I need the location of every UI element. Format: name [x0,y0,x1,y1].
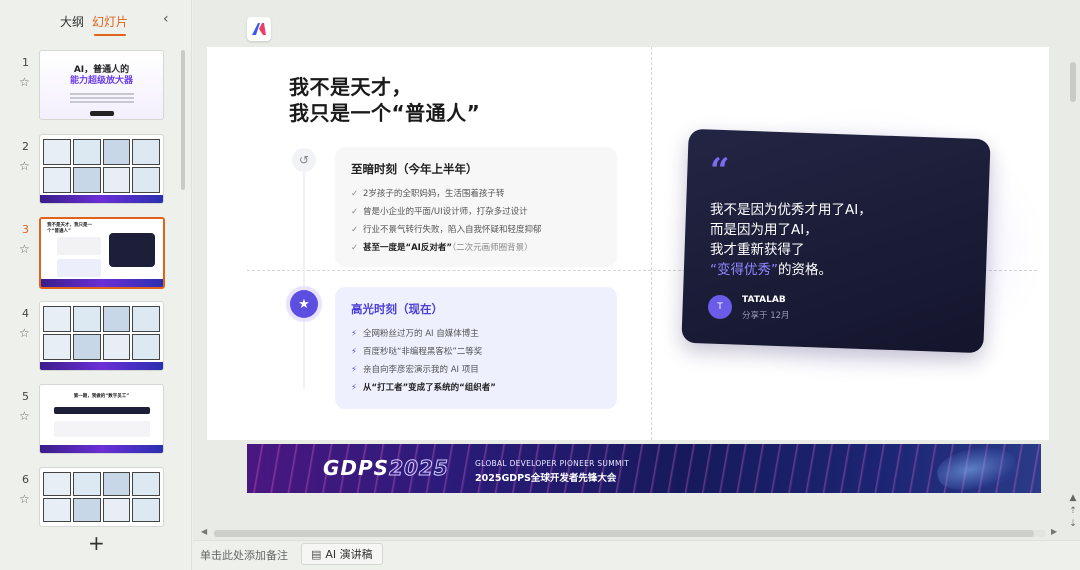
check-icon: ✓ [351,225,359,235]
banner-subtitle-cn: 2025GDPS全球开发者先锋大会 [475,473,617,484]
thumbnail-number: 2 [22,140,29,153]
list-item: ✓ 曾是小企业的平面/UI设计师，打杂多过设计 [351,203,601,221]
highlight-moment-card[interactable]: 高光时刻（现在） ⚡ 全网粉丝过万的 AI 自媒体博主 ⚡ 百度秒哒“非编程黑客松”… [335,287,617,409]
list-item: ✓ 甚至一度是“AI反对者”（二次元画师圈背景） [351,239,601,257]
list-item: ⚡ 亲自向李彦宏演示我的 AI 项目 [351,361,601,379]
lightning-icon: ⚡ [351,383,357,393]
star-icon[interactable]: ☆ [19,75,30,89]
star-badge-icon: ★ [290,290,318,318]
collapse-panel-icon[interactable]: ‹ [163,11,169,27]
vertical-scrollbar[interactable] [1070,62,1076,102]
comic-panels [43,306,160,360]
dark-moment-card[interactable]: 至暗时刻（今年上半年） ✓ 2岁孩子的全职妈妈，生活围着孩子转 ✓ 曾是小企业的平面… [335,147,617,267]
slides-panel: 大纲 幻灯片 ‹ 1 ☆ AI，普通人的 能力超级放大器 2 ☆ 3 ☆ 我不是… [0,0,192,570]
scroll-right-icon[interactable]: ▶ [1051,527,1057,536]
check-icon: ✓ [351,189,359,199]
thumbnail-row-4: 4 ☆ [0,301,180,375]
thumbnail-banner [40,362,163,370]
card-title: 至暗时刻（今年上半年） [351,162,478,176]
thumbnail-number: 6 [22,473,29,486]
page-nav-arrows-icon[interactable]: ▲ ⇡ ⇣ [1066,492,1080,531]
lightning-icon: ⚡ [351,347,357,357]
thumbnail-row-5: 5 ☆ 第一期，我做的“数字员工” [0,384,180,458]
thumbnail-number: 4 [22,307,29,320]
thumbnail-title: AI，普通人的 能力超级放大器 [69,65,133,86]
quote-text: 我不是因为优秀才用了AI， 而是因为用了AI， 我才重新获得了 “变得优秀”的资… [710,202,872,278]
thumbnail-dark-bar [54,407,150,414]
check-icon: ✓ [351,243,359,253]
slide-thumbnail-2[interactable] [39,134,164,204]
slide-thumbnail-4[interactable] [39,301,164,371]
ai-speech-button[interactable]: ▤ AI 演讲稿 [301,543,383,565]
star-icon[interactable]: ☆ [19,492,30,506]
list-item: ⚡ 从“打工者”变成了系统的“组织者” [351,379,601,397]
ai-doc-icon: ▤ [311,547,322,561]
scroll-left-icon[interactable]: ◀ [201,527,207,536]
add-slide-icon[interactable]: + [88,533,105,553]
tab-slides[interactable]: 幻灯片 [92,13,128,36]
check-icon: ✓ [351,207,359,217]
history-icon: ↺ [292,148,316,172]
star-icon[interactable]: ☆ [19,409,30,423]
thumbnail-number: 1 [22,56,29,69]
star-icon[interactable]: ☆ [19,242,30,256]
slide-thumbnail-6[interactable] [39,467,164,527]
thumbnail-text-lines [54,421,150,437]
slide-title[interactable]: 我不是天才， 我只是一个“普通人” [289,74,480,126]
quote-date: 分享于 12月 [742,311,790,321]
list-item: ⚡ 百度秒哒“非编程黑客松”二等奖 [351,343,601,361]
event-banner[interactable]: GDPS2025 GLOBAL DEVELOPER PIONEER SUMMIT… [247,444,1041,493]
comic-panels [43,139,160,193]
comic-panels [43,472,160,522]
thumbnail-text-lines [70,93,134,95]
banner-logo: GDPS2025 [323,456,449,481]
avatar: T [708,295,732,319]
lightning-icon: ⚡ [351,365,357,375]
lightning-icon: ⚡ [351,329,357,339]
thumbnail-row-3: 3 ☆ 我不是天才，我只是一个“普通人” [0,217,180,291]
thumbnail-row-1: 1 ☆ AI，普通人的 能力超级放大器 [0,50,180,124]
panel-tabs: 大纲 幻灯片 ‹ [0,0,192,42]
thumbnail-button [90,111,114,116]
slide-thumbnail-5[interactable]: 第一期，我做的“数字员工” [39,384,164,454]
slide-canvas[interactable]: 我不是天才， 我只是一个“普通人” ↺ ★ 至暗时刻（今年上半年） ✓ 2岁孩子的… [207,47,1049,440]
quote-card: “ 我不是因为优秀才用了AI， 而是因为用了AI， 我才重新获得了 “变得优秀”… [685,134,987,348]
guide-line-vertical [651,47,652,440]
thumbnail-card [57,259,101,277]
quote-mark-icon: “ [710,151,730,191]
thumbnail-card [57,237,101,255]
slide-thumbnail-1[interactable]: AI，普通人的 能力超级放大器 [39,50,164,120]
thumbnail-banner [40,195,163,203]
timeline-line [303,159,305,389]
thumbnail-banner [40,445,163,453]
thumbnail-title: 我不是天才，我只是一个“普通人” [47,223,92,234]
list-item: ⚡ 全网粉丝过万的 AI 自媒体博主 [351,325,601,343]
thumbnail-title: 第一期，我做的“数字员工” [73,394,130,399]
thumbnail-number: 3 [22,223,29,236]
banner-subtitle-en: GLOBAL DEVELOPER PIONEER SUMMIT [475,459,630,468]
quote-author: TATALAB [742,295,786,305]
thumbnail-banner [41,279,163,287]
card-title: 高光时刻（现在） [351,302,443,316]
ai-assistant-logo-icon[interactable] [247,17,271,41]
thumbnail-number: 5 [22,390,29,403]
notes-placeholder[interactable]: 单击此处添加备注 [200,547,288,563]
thumbnail-scrollbar[interactable] [181,50,185,190]
tab-outline[interactable]: 大纲 [60,13,84,30]
thumbnail-row-2: 2 ☆ [0,134,180,208]
list-item: ✓ 2岁孩子的全职妈妈，生活围着孩子转 [351,185,601,203]
horizontal-scrollbar[interactable] [214,530,1034,537]
thumbnail-row-6: 6 ☆ [0,467,180,541]
star-icon[interactable]: ☆ [19,326,30,340]
list-item: ✓ 行业不景气转行失败，陷入自我怀疑和轻度抑郁 [351,221,601,239]
star-icon[interactable]: ☆ [19,159,30,173]
slide-thumbnail-3[interactable]: 我不是天才，我只是一个“普通人” [39,217,165,289]
thumbnail-quote-card [109,233,155,267]
